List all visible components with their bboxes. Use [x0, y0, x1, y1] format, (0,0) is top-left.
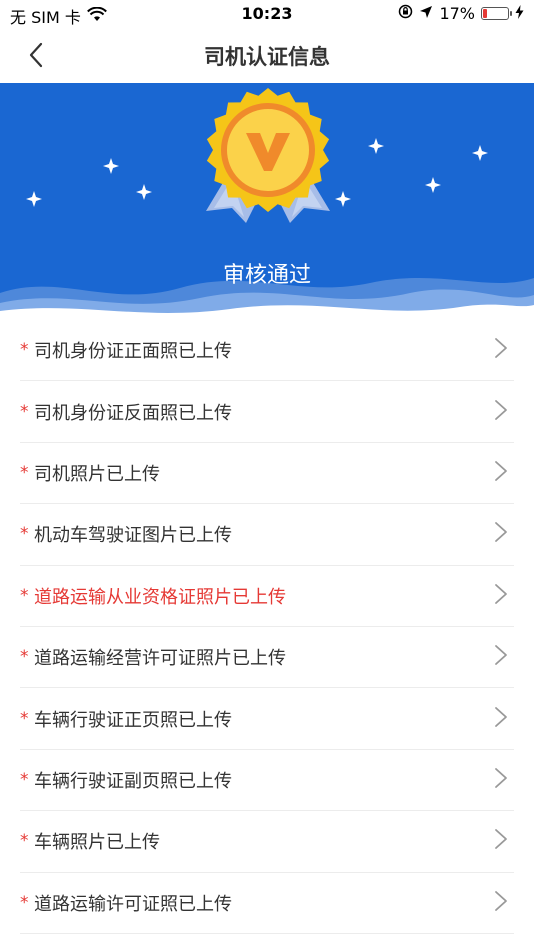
list-item[interactable]: * 道路运输许可证照已上传 — [20, 873, 514, 934]
battery-icon — [481, 7, 512, 20]
chevron-right-icon — [494, 828, 508, 854]
required-mark: * — [20, 892, 29, 913]
required-mark: * — [20, 340, 29, 361]
list-item-label: 道路运输从业资格证照片已上传 — [34, 586, 286, 608]
chevron-right-icon — [494, 644, 508, 670]
status-bar: 无 SIM 卡 10:23 17% — [0, 0, 534, 28]
list-item-label: 司机照片已上传 — [34, 463, 160, 485]
list-item[interactable]: * 司机身份证反面照已上传 — [20, 381, 514, 443]
list-item-label: 车辆行驶证副页照已上传 — [34, 770, 232, 792]
chevron-right-icon — [494, 706, 508, 732]
list-item[interactable]: * 车辆行驶证正页照已上传 — [20, 688, 514, 750]
list-item[interactable]: * 司机照片已上传 — [20, 443, 514, 505]
page-title: 司机认证信息 — [204, 45, 330, 69]
nav-bar: 司机认证信息 — [0, 28, 534, 83]
list-item-label: 司机身份证反面照已上传 — [34, 402, 232, 424]
list-item-label: 车辆照片已上传 — [34, 832, 160, 854]
list-item[interactable]: * 道路运输经营许可证照片已上传 — [20, 627, 514, 689]
list-item-label: 机动车驾驶证图片已上传 — [34, 525, 232, 547]
required-mark: * — [20, 524, 29, 545]
list-item-label: 道路运输许可证照已上传 — [34, 893, 232, 915]
orientation-lock-icon — [398, 4, 413, 23]
chevron-right-icon — [494, 890, 508, 916]
verification-banner: 审核通过 — [0, 83, 534, 323]
battery-level — [483, 9, 487, 18]
location-arrow-icon — [419, 4, 433, 23]
list-item-label: 道路运输经营许可证照片已上传 — [34, 648, 286, 670]
battery-tip — [510, 11, 512, 16]
verification-status: 审核通过 — [222, 263, 311, 288]
required-mark: * — [20, 585, 29, 606]
required-mark: * — [20, 401, 29, 422]
list-item[interactable]: * 车辆行驶证副页照已上传 — [20, 750, 514, 812]
list-item[interactable]: * 司机身份证正面照已上传 — [20, 320, 514, 382]
chevron-right-icon — [494, 583, 508, 609]
required-mark: * — [20, 831, 29, 852]
required-mark: * — [20, 769, 29, 790]
battery-percent: 17% — [439, 4, 475, 23]
list-item[interactable]: * 道路运输从业资格证照片已上传 — [20, 566, 514, 627]
chevron-right-icon — [494, 399, 508, 425]
chevron-right-icon — [494, 460, 508, 486]
chevron-right-icon — [494, 337, 508, 363]
status-right: 17% — [398, 4, 524, 23]
required-mark: * — [20, 708, 29, 729]
document-list: * 司机身份证正面照已上传 * 司机身份证反面照已上传 * 司机照片已上传 * 机动车驾驶证图… — [20, 320, 514, 934]
required-mark: * — [20, 647, 29, 668]
list-item-label: 车辆行驶证正页照已上传 — [34, 709, 232, 731]
required-mark: * — [20, 462, 29, 483]
list-item[interactable]: * 机动车驾驶证图片已上传 — [20, 504, 514, 566]
list-item[interactable]: * 车辆照片已上传 — [20, 811, 514, 873]
charging-icon — [515, 4, 524, 23]
chevron-right-icon — [494, 521, 508, 547]
list-item-label: 司机身份证正面照已上传 — [34, 341, 232, 363]
chevron-right-icon — [494, 767, 508, 793]
